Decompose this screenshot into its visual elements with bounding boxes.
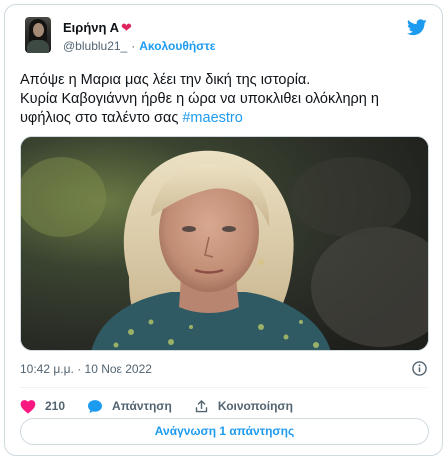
share-icon bbox=[195, 399, 208, 412]
follow-button[interactable]: Ακολουθήστε bbox=[139, 39, 215, 53]
reply-button[interactable]: Απάντηση bbox=[87, 399, 172, 414]
like-count: 210 bbox=[45, 399, 66, 413]
tweet-text-line-1: Απόψε η Μαρια μας λέει την δική της ιστο… bbox=[20, 72, 311, 88]
tweet-text-line-3-body: υφήλιος στο ταλέντο σας bbox=[20, 110, 183, 126]
hashtag-link[interactable]: #maestro bbox=[182, 110, 242, 126]
author-name-row[interactable]: Ειρήνη Α ❤ bbox=[63, 20, 132, 35]
heart-icon: ❤ bbox=[120, 20, 132, 35]
author-handle-row: @blublu21_ · Ακολουθήστε bbox=[63, 39, 215, 53]
photo-woman-portrait bbox=[21, 137, 428, 350]
info-icon[interactable] bbox=[412, 361, 427, 376]
divider bbox=[20, 387, 427, 388]
author-display-name[interactable]: Ειρήνη Α bbox=[63, 20, 119, 35]
share-button[interactable]: Κοινοποίηση bbox=[194, 399, 293, 414]
tweet-card: Ειρήνη Α ❤ @blublu21_ · Ακολουθήστε Απόψ… bbox=[4, 4, 443, 456]
handle-separator: · bbox=[131, 39, 136, 53]
share-label: Κοινοποίηση bbox=[217, 399, 293, 413]
reply-label: Απάντηση bbox=[112, 399, 172, 413]
tweet-header: Ειρήνη Α ❤ @blublu21_ · Ακολουθήστε bbox=[20, 17, 427, 57]
tweet-timestamp[interactable]: 10:42 μ.μ. · 10 Νοε 2022 bbox=[20, 362, 152, 376]
tweet-text-line-3: υφήλιος στο ταλέντο σας #maestro bbox=[20, 109, 430, 128]
tweet-text-line-2: Κυρία Καβογιάννη ήρθε η ώρα να υποκλιθει… bbox=[20, 91, 379, 107]
tweet-text: Απόψε η Μαρια μας λέει την δική της ιστο… bbox=[20, 71, 430, 128]
tweet-photo[interactable] bbox=[20, 136, 429, 351]
tweet-actions: 210 Απάντηση Κοινοποίηση bbox=[20, 395, 315, 417]
like-button[interactable]: 210 bbox=[20, 399, 65, 414]
avatar[interactable] bbox=[25, 17, 51, 53]
twitter-bird-icon[interactable] bbox=[407, 19, 427, 36]
read-replies-button[interactable]: Ανάγνωση 1 απάντησης bbox=[20, 418, 429, 445]
author-handle[interactable]: @blublu21_ bbox=[63, 39, 127, 53]
reply-bubble-icon bbox=[88, 399, 103, 413]
like-heart-icon bbox=[20, 399, 36, 414]
